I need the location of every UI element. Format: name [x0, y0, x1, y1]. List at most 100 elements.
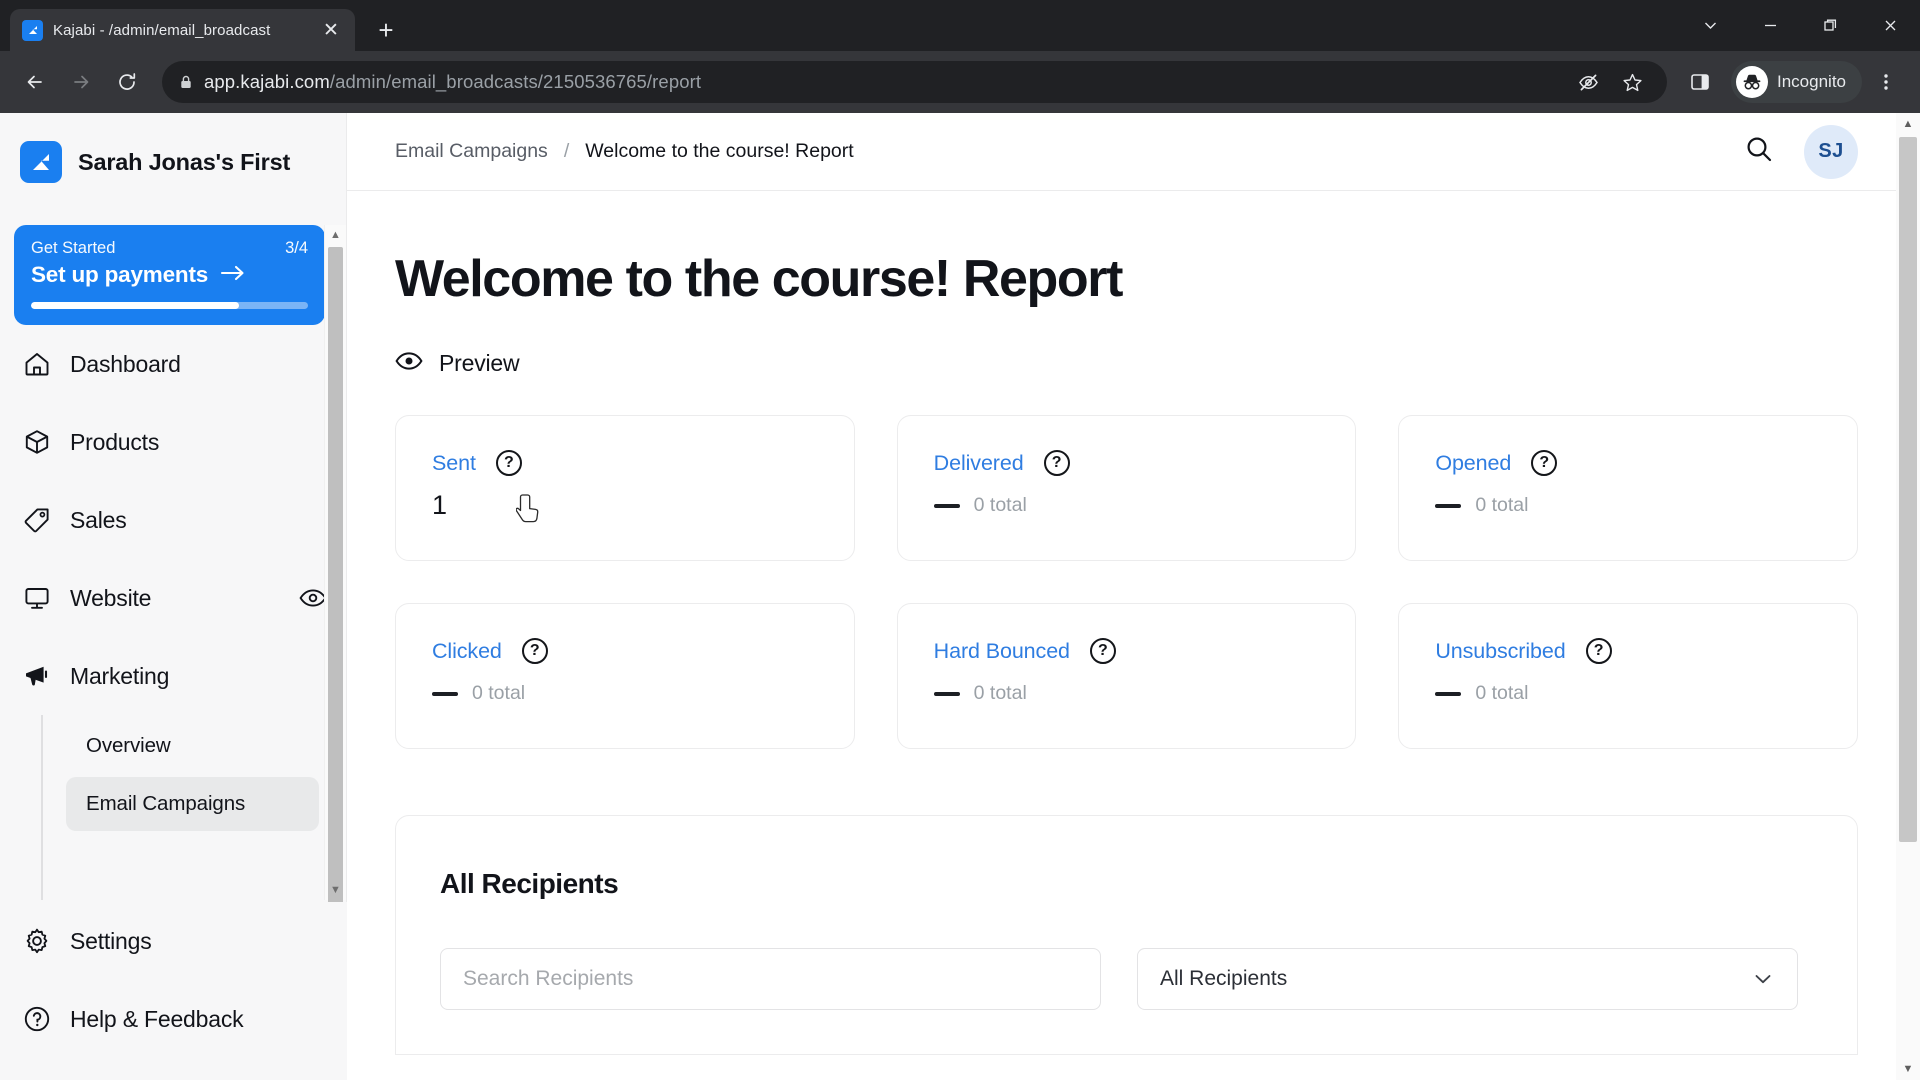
dash-icon [933, 503, 960, 508]
tab-search-chevron-icon[interactable] [1680, 0, 1740, 51]
report-content: Welcome to the course! Report Preview Se… [347, 191, 1920, 1056]
stat-card-total: 0 total [1475, 494, 1529, 517]
sidebar-item-products[interactable]: Products [0, 403, 347, 481]
preview-website-icon[interactable] [299, 587, 327, 609]
browser-menu-icon[interactable] [1866, 61, 1906, 103]
help-tooltip-icon[interactable]: ? [495, 450, 522, 477]
sidebar-item-marketing[interactable]: Marketing [0, 637, 347, 715]
sidebar-brand-name: Sarah Jonas's First [78, 148, 291, 175]
sidebar-item-sales[interactable]: Sales [0, 481, 347, 559]
stat-card-label[interactable]: Sent [432, 451, 476, 476]
panel-title: All Recipients [440, 868, 619, 900]
page-scrollbar[interactable]: ▲ ▼ [1896, 113, 1920, 1080]
preview-link[interactable]: Preview [395, 350, 1858, 377]
get-started-cta-label: Set up payments [31, 262, 209, 287]
address-bar-url: app.kajabi.com/admin/email_broadcasts/21… [204, 71, 701, 93]
stat-card-label[interactable]: Clicked [432, 639, 502, 664]
all-recipients-panel: All Recipients All Recipients [395, 815, 1858, 1056]
sidebar-item-label: Settings [70, 927, 152, 954]
help-tooltip-icon[interactable]: ? [521, 638, 548, 665]
sidebar-brand[interactable]: Sarah Jonas's First [0, 113, 346, 191]
page-scrollbar-thumb[interactable] [1899, 137, 1917, 842]
sidebar-scrollbar[interactable]: ▲ ▼ [324, 225, 346, 907]
gear-icon [22, 926, 52, 956]
dash-icon [1435, 691, 1462, 696]
site-lock-icon [178, 74, 204, 90]
side-panel-icon[interactable] [1679, 61, 1721, 103]
stat-card-sent: Sent ? 1 [395, 415, 855, 562]
help-tooltip-icon[interactable]: ? [1043, 450, 1070, 477]
dash-icon [432, 691, 458, 696]
help-tooltip-icon[interactable]: ? [1089, 638, 1116, 665]
back-button-icon[interactable] [14, 61, 56, 103]
reload-button-icon[interactable] [106, 61, 148, 103]
sidebar-item-label: Products [70, 428, 160, 455]
browser-tab-title: Kajabi - /admin/email_broadcast [53, 21, 271, 39]
search-recipients-field[interactable] [440, 948, 1101, 1011]
sidebar-subitem-overview[interactable]: Overview [66, 719, 319, 773]
stat-card-value: 1 [432, 490, 447, 521]
search-recipients-input[interactable] [463, 967, 1078, 992]
recipients-filters: All Recipients [440, 948, 1813, 1011]
incognito-label: Incognito [1777, 72, 1846, 91]
get-started-card[interactable]: Get Started 3/4 Set up payments [14, 225, 325, 325]
main-content: Email Campaigns / Welcome to the course!… [347, 113, 1920, 1080]
restore-window-icon[interactable] [1800, 0, 1860, 51]
recipients-filter-select[interactable]: All Recipients [1137, 948, 1798, 1011]
dash-icon [1435, 503, 1462, 508]
breadcrumb: Email Campaigns / Welcome to the course!… [395, 140, 854, 163]
sidebar-item-dashboard[interactable]: Dashboard [0, 325, 347, 403]
kajabi-logo-icon [20, 141, 62, 183]
close-window-icon[interactable] [1860, 0, 1920, 51]
page-scroll-down-icon[interactable]: ▼ [1896, 1058, 1920, 1080]
sidebar-item-label: Help & Feedback [70, 1005, 244, 1032]
stat-card-delivered: Delivered ? 0 total [896, 415, 1357, 562]
box-icon [22, 427, 52, 457]
stat-card-hard-bounced: Hard Bounced ? 0 total [896, 603, 1357, 750]
stat-card-total: 0 total [973, 682, 1027, 705]
help-tooltip-icon[interactable]: ? [1531, 450, 1558, 477]
preview-label: Preview [439, 350, 520, 377]
app-sidebar: Sarah Jonas's First Get Started 3/4 Set … [0, 113, 347, 1080]
help-tooltip-icon[interactable]: ? [1585, 638, 1612, 665]
bookmark-star-icon[interactable] [1613, 63, 1651, 101]
address-bar[interactable]: app.kajabi.com/admin/email_broadcasts/21… [162, 61, 1667, 103]
page-header: Email Campaigns / Welcome to the course!… [347, 113, 1920, 191]
page-scroll-up-icon[interactable]: ▲ [1896, 113, 1920, 135]
header-actions: SJ [1744, 124, 1858, 179]
window-controls [1680, 0, 1920, 51]
sidebar-scroll-up-icon[interactable]: ▲ [325, 225, 346, 245]
minimize-window-icon[interactable] [1740, 0, 1800, 51]
sidebar-scroll-down-icon[interactable]: ▼ [325, 880, 346, 900]
sidebar-item-settings[interactable]: Settings [0, 902, 347, 980]
sidebar-item-website[interactable]: Website [0, 559, 347, 637]
tag-icon [22, 505, 52, 535]
new-tab-button[interactable]: + [369, 13, 403, 47]
sidebar-item-label: Marketing [70, 662, 170, 689]
sidebar-scrollbar-thumb[interactable] [328, 247, 343, 907]
sidebar-nav-scroll-area: Get Started 3/4 Set up payments Dashboar… [0, 213, 347, 900]
stat-card-label[interactable]: Hard Bounced [934, 639, 1070, 664]
eye-icon [395, 350, 423, 377]
incognito-profile-button[interactable]: Incognito [1731, 61, 1862, 103]
kajabi-favicon-icon [22, 19, 43, 41]
stat-card-total: 0 total [973, 494, 1027, 517]
stat-card-clicked: Clicked ? 0 total [395, 603, 855, 750]
sidebar-item-help-feedback[interactable]: Help & Feedback [0, 980, 347, 1058]
stat-card-label[interactable]: Delivered [934, 451, 1024, 476]
browser-tab[interactable]: Kajabi - /admin/email_broadcast ✕ [10, 9, 355, 51]
get-started-label: Get Started [31, 239, 116, 257]
sidebar-subitem-email-campaigns[interactable]: Email Campaigns [66, 777, 319, 831]
stat-card-unsubscribed: Unsubscribed ? 0 total [1398, 603, 1858, 750]
dash-icon [933, 691, 960, 696]
search-icon[interactable] [1744, 134, 1774, 169]
stat-card-label[interactable]: Unsubscribed [1435, 639, 1565, 664]
sidebar-subitem-partially-hidden[interactable] [66, 835, 319, 889]
close-tab-icon[interactable]: ✕ [319, 18, 343, 42]
url-path: /admin/email_broadcasts/2150536765/repor… [329, 71, 702, 92]
third-party-cookies-blocked-icon[interactable] [1569, 63, 1607, 101]
breadcrumb-parent-link[interactable]: Email Campaigns [395, 140, 548, 163]
address-bar-actions [1569, 63, 1651, 101]
user-avatar[interactable]: SJ [1804, 124, 1858, 179]
stat-card-label[interactable]: Opened [1435, 451, 1511, 476]
